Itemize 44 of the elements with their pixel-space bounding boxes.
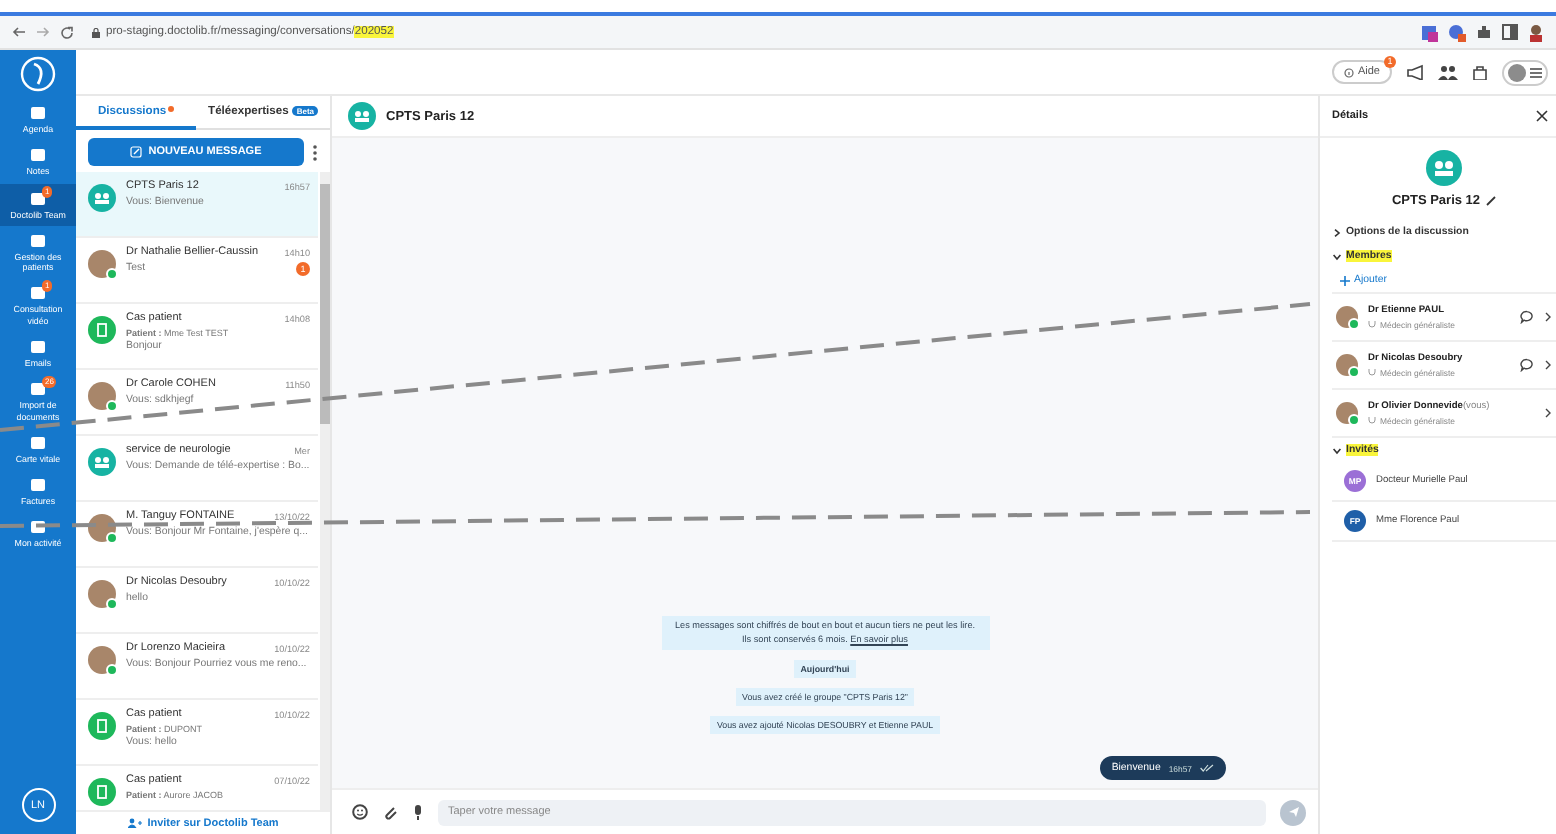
- extension-icon[interactable]: [1448, 23, 1466, 41]
- chevron-icon[interactable]: [1544, 408, 1552, 418]
- bag-icon[interactable]: [1472, 64, 1488, 80]
- info-icon: [1343, 67, 1354, 77]
- document-avatar-icon: [88, 316, 116, 344]
- avatar-photo: [1336, 306, 1358, 328]
- pencil-square-icon: [130, 146, 143, 158]
- more-icon[interactable]: [312, 143, 318, 161]
- close-icon[interactable]: [1536, 110, 1548, 122]
- document-avatar-icon: [88, 712, 116, 740]
- add-person-icon: [127, 818, 142, 828]
- profile-icon[interactable]: [1528, 23, 1544, 41]
- avatar-photo: [88, 580, 116, 608]
- avatar-photo: [88, 382, 116, 410]
- menu-icon: [1530, 67, 1542, 77]
- account-menu[interactable]: [1502, 59, 1548, 85]
- microphone-icon[interactable]: [412, 804, 424, 820]
- group-avatar-icon: [1426, 150, 1462, 186]
- puzzle-icon[interactable]: [1476, 24, 1492, 40]
- plus-icon: [1340, 275, 1350, 285]
- back-arrow-icon[interactable]: [12, 26, 26, 38]
- group-avatar-icon: [88, 184, 116, 212]
- group-avatar-icon: [88, 448, 116, 476]
- chevron-icon[interactable]: [1544, 312, 1552, 322]
- lock-icon: [92, 27, 100, 37]
- chevron-icon[interactable]: [1544, 360, 1552, 370]
- people-icon[interactable]: [1438, 64, 1458, 80]
- emoji-icon[interactable]: [352, 804, 368, 820]
- double-check-icon: [1200, 764, 1214, 772]
- avatar-photo: [1336, 354, 1358, 376]
- avatar-photo: [88, 250, 116, 278]
- reload-icon[interactable]: [60, 25, 74, 39]
- group-avatar-icon: [348, 102, 376, 130]
- paperclip-icon[interactable]: [382, 804, 398, 820]
- document-avatar-icon: [88, 778, 116, 806]
- avatar-photo: [88, 646, 116, 674]
- extension-icon[interactable]: [1420, 23, 1438, 41]
- chat-icon[interactable]: [1520, 358, 1534, 372]
- megaphone-icon[interactable]: [1406, 64, 1424, 80]
- send-icon: [1287, 806, 1299, 818]
- avatar-photo: [1336, 402, 1358, 424]
- chat-icon[interactable]: [1520, 310, 1534, 324]
- pencil-icon[interactable]: [1486, 196, 1497, 206]
- sidebar-icon[interactable]: [1502, 24, 1518, 40]
